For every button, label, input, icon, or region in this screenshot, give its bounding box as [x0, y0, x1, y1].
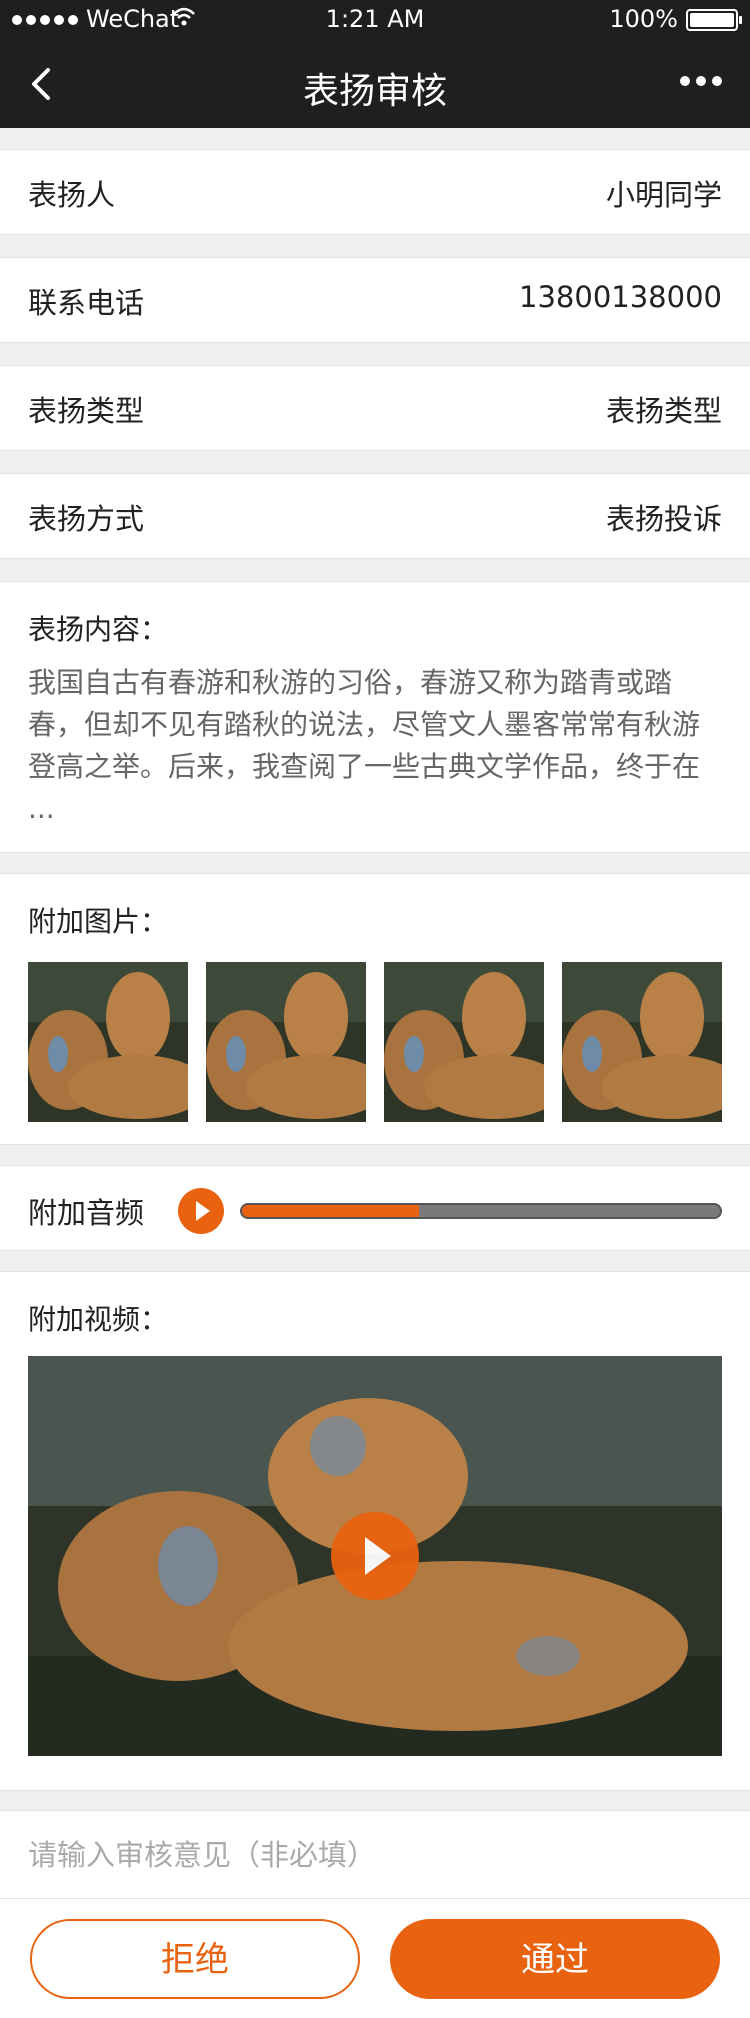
- more-icon[interactable]: [680, 76, 722, 86]
- content-section: 表扬内容： 我国自古有春游和秋游的习俗，春游又称为踏青或踏春，但却不见有踏秋的说…: [0, 581, 750, 853]
- row-value: 表扬类型: [605, 394, 722, 428]
- row-method: 表扬方式 表扬投诉: [0, 473, 750, 559]
- video-label: 附加视频：: [28, 1303, 169, 1336]
- audio-section: 附加音频: [0, 1165, 750, 1251]
- image-thumbnail[interactable]: [206, 962, 366, 1122]
- nav-bar: 表扬审核: [0, 40, 750, 128]
- row-label: 表扬人: [28, 178, 116, 212]
- reject-button[interactable]: 拒绝: [30, 1919, 360, 1999]
- image-thumbnail[interactable]: [562, 962, 722, 1122]
- row-phone: 联系电话 13800138000: [0, 257, 750, 343]
- opinion-bar: [0, 1810, 750, 1898]
- row-value: 小明同学: [605, 178, 722, 212]
- images-section: 附加图片：: [0, 873, 750, 1145]
- pass-button[interactable]: 通过: [390, 1919, 720, 1999]
- row-label: 联系电话: [28, 286, 145, 320]
- opinion-input[interactable]: [28, 1829, 722, 1881]
- audio-label: 附加音频: [28, 1196, 145, 1230]
- battery-icon: [686, 9, 742, 31]
- image-thumbnail[interactable]: [384, 962, 544, 1122]
- audio-play-icon[interactable]: [178, 1188, 224, 1234]
- row-praiser: 表扬人 小明同学: [0, 149, 750, 235]
- row-label: 表扬类型: [28, 394, 145, 428]
- content-text: 我国自古有春游和秋游的习俗，春游又称为踏青或踏春，但却不见有踏秋的说法，尽管文人…: [28, 666, 701, 825]
- image-thumbnails: [28, 962, 722, 1122]
- row-type: 表扬类型 表扬类型: [0, 365, 750, 451]
- image-thumbnail[interactable]: [28, 962, 188, 1122]
- row-label: 表扬方式: [28, 502, 145, 536]
- page-title: 表扬审核: [302, 71, 447, 112]
- battery-percent: 100%: [609, 5, 678, 33]
- content-label: 表扬内容：: [28, 613, 169, 646]
- video-section: 附加视频：: [0, 1271, 750, 1791]
- action-bar: 拒绝 通过: [0, 1898, 750, 2018]
- video-player[interactable]: [28, 1356, 722, 1756]
- images-label: 附加图片：: [28, 905, 169, 938]
- audio-progress-bar[interactable]: [240, 1203, 722, 1219]
- status-bar: WeChat 1:21 AM 100%: [0, 0, 750, 40]
- row-value: 表扬投诉: [605, 502, 722, 536]
- row-value: 13800138000: [519, 280, 722, 314]
- header: WeChat 1:21 AM 100% 表扬审核: [0, 0, 750, 128]
- video-play-icon[interactable]: [331, 1512, 419, 1600]
- audio-progress-fill: [242, 1205, 419, 1217]
